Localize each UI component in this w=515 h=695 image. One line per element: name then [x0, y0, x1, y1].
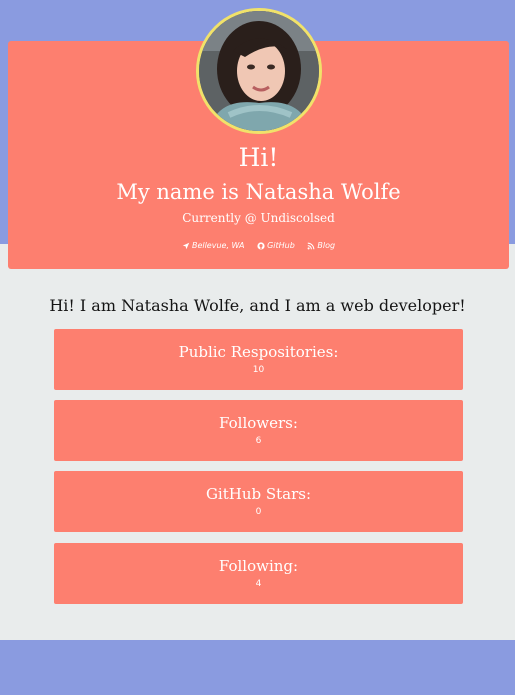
stat-label: Followers: [219, 414, 298, 432]
stat-label: Following: [218, 557, 299, 575]
stat-label: Public Respositories: [178, 343, 339, 361]
github-link[interactable]: GitHub [257, 240, 295, 252]
blog-link-label: Blog [317, 241, 336, 250]
stat-card-following: Following: 4 [54, 543, 463, 604]
location-arrow-icon [182, 242, 190, 250]
stat-card-followers: Followers: 6 [54, 400, 463, 461]
stat-card-public-repos: Public Respositories: 10 [54, 329, 463, 390]
stat-value: 4 [255, 579, 262, 589]
profile-name: My name is Natasha Wolfe [116, 180, 401, 204]
location-link-label: Bellevue, WA [191, 241, 245, 250]
stat-value: 6 [255, 436, 262, 446]
rss-icon [307, 242, 315, 250]
avatar-photo [199, 11, 319, 131]
stat-card-github-stars: GitHub Stars: 0 [54, 471, 463, 532]
stat-value: 0 [255, 507, 262, 517]
profile-links: Bellevue, WA GitHub Blog [8, 240, 509, 254]
profile-company: Currently @ Undiscolsed [182, 211, 335, 225]
github-link-label: GitHub [267, 241, 295, 250]
footer-band [0, 640, 515, 695]
intro-text: Hi! I am Natasha Wolfe, and I am a web d… [49, 296, 466, 315]
github-icon [257, 242, 265, 250]
greeting-heading: Hi! [238, 143, 279, 172]
stat-label: GitHub Stars: [205, 485, 312, 503]
avatar [196, 8, 322, 134]
blog-link[interactable]: Blog [307, 240, 335, 252]
stat-value: 10 [252, 365, 265, 375]
location-link[interactable]: Bellevue, WA [182, 240, 245, 252]
